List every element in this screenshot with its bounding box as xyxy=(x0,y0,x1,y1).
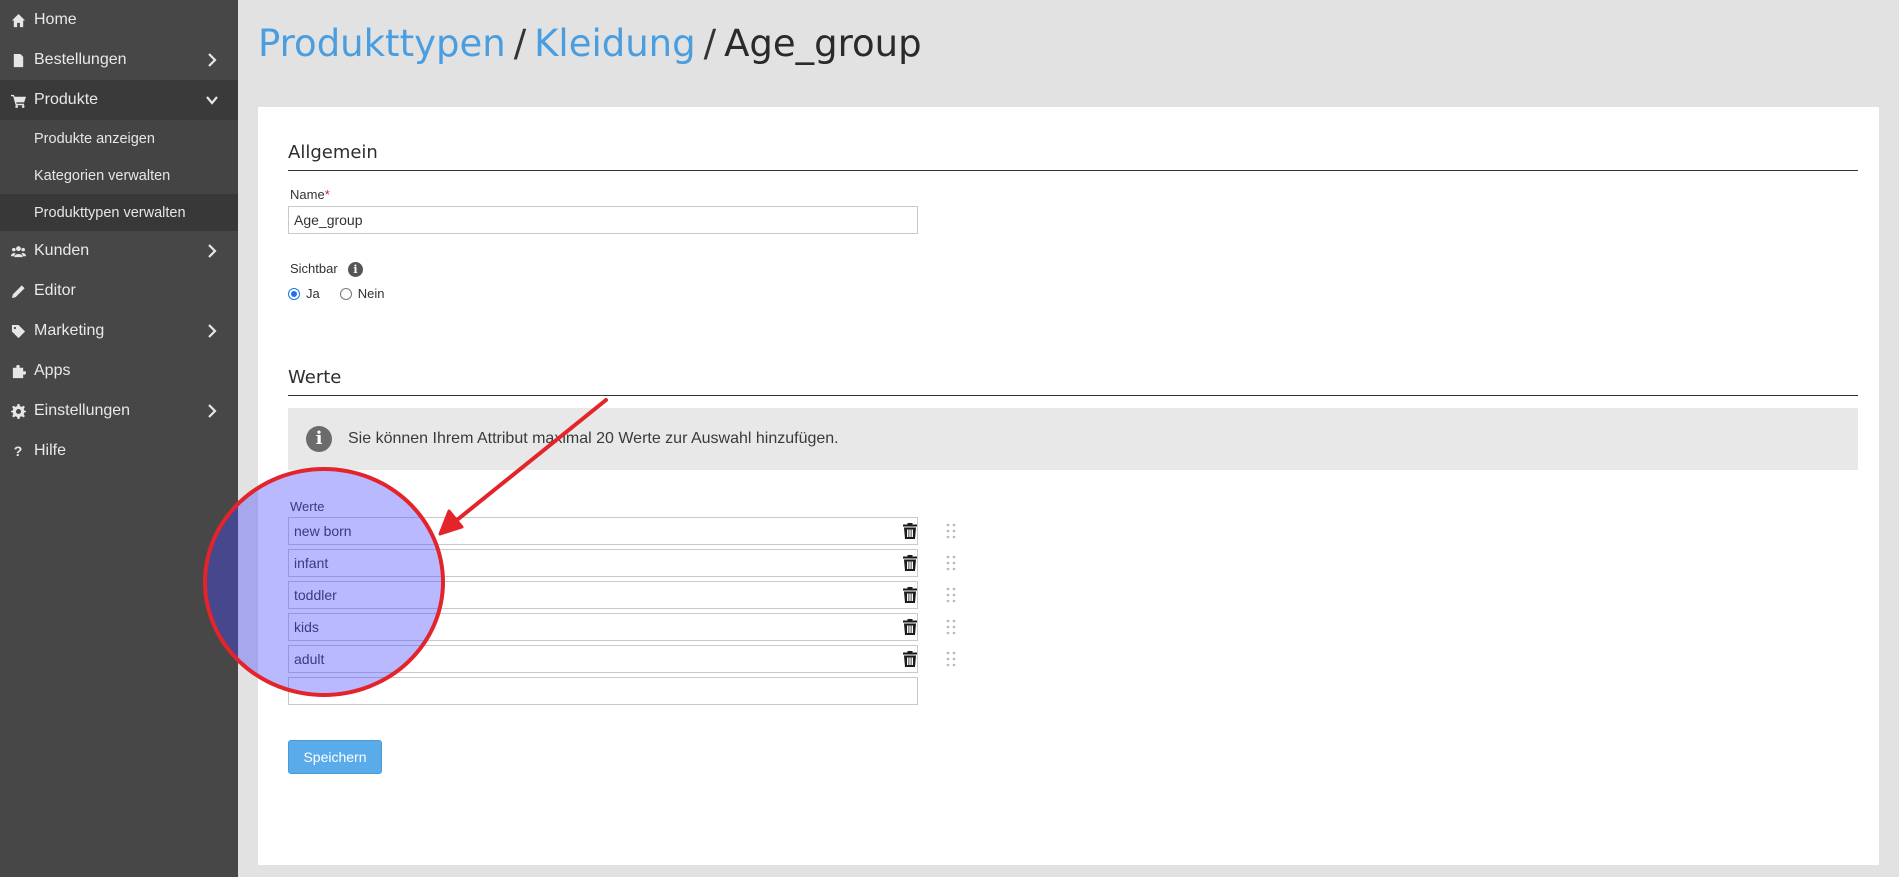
name-label: Name* xyxy=(290,187,330,202)
breadcrumb: Produkttypen / Kleidung / Age_group xyxy=(258,22,922,65)
drag-handle-icon[interactable] xyxy=(946,587,956,603)
sidebar-subitem-label: Produkte anzeigen xyxy=(34,130,155,147)
values-label: Werte xyxy=(290,499,325,514)
orders-icon xyxy=(10,52,26,68)
sidebar-item-label: Einstellungen xyxy=(34,402,131,419)
drag-handle-icon[interactable] xyxy=(946,523,956,539)
trash-icon[interactable] xyxy=(903,651,917,667)
home-icon xyxy=(10,12,26,28)
sidebar-item-label: Apps xyxy=(34,362,71,379)
info-banner: i Sie können Ihrem Attribut maximal 20 W… xyxy=(288,408,1858,470)
sidebar-item-label: Editor xyxy=(34,282,76,299)
chevron-right-icon xyxy=(206,244,218,258)
visible-yes-label[interactable]: Ja xyxy=(306,286,320,301)
gear-icon xyxy=(10,403,26,419)
question-icon: ? xyxy=(13,443,23,459)
value-row xyxy=(288,613,968,643)
visible-radio-group: Ja Nein xyxy=(288,286,384,301)
sidebar-item-apps[interactable]: Apps xyxy=(0,351,238,391)
sidebar-subitem-produkte-anzeigen[interactable]: Produkte anzeigen xyxy=(0,120,238,157)
sidebar-subitem-label: Produkttypen verwalten xyxy=(34,204,186,221)
sidebar-item-label: Marketing xyxy=(34,322,105,339)
value-input[interactable] xyxy=(288,549,918,577)
sidebar-item-produkte[interactable]: Produkte xyxy=(0,80,238,120)
breadcrumb-link-kleidung[interactable]: Kleidung xyxy=(534,22,695,65)
sidebar-item-label: Hilfe xyxy=(34,442,67,459)
new-value-input[interactable] xyxy=(288,677,918,705)
sidebar-item-label: Produkte xyxy=(34,91,99,108)
trash-icon[interactable] xyxy=(903,523,917,539)
drag-handle-icon[interactable] xyxy=(946,651,956,667)
required-mark: * xyxy=(324,187,330,202)
sidebar-item-einstellungen[interactable]: Einstellungen xyxy=(0,391,238,431)
users-icon xyxy=(10,243,26,259)
trash-icon[interactable] xyxy=(903,587,917,603)
drag-handle-icon[interactable] xyxy=(946,619,956,635)
value-input[interactable] xyxy=(288,613,918,641)
cart-icon xyxy=(10,92,26,108)
sidebar-item-label: Home xyxy=(34,11,77,28)
breadcrumb-separator: / xyxy=(513,22,527,65)
info-circle-icon: i xyxy=(306,426,332,452)
sidebar-item-editor[interactable]: Editor xyxy=(0,271,238,311)
value-input[interactable] xyxy=(288,581,918,609)
name-input[interactable] xyxy=(288,206,918,234)
value-row-empty xyxy=(288,677,968,707)
chevron-right-icon xyxy=(206,324,218,338)
value-input[interactable] xyxy=(288,645,918,673)
section-title-values: Werte xyxy=(288,367,342,388)
value-row xyxy=(288,549,968,579)
chevron-right-icon xyxy=(206,404,218,418)
value-input[interactable] xyxy=(288,517,918,545)
sidebar-subitem-produkttypen-verwalten[interactable]: Produkttypen verwalten xyxy=(0,194,238,231)
chevron-down-icon xyxy=(206,93,218,107)
section-title-general: Allgemein xyxy=(288,142,378,163)
sidebar-subnav-produkte: Produkte anzeigen Kategorien verwalten P… xyxy=(0,120,238,231)
visible-label: Sichtbar xyxy=(290,261,338,276)
sidebar-item-hilfe[interactable]: ? Hilfe xyxy=(0,431,238,471)
tag-icon xyxy=(10,323,26,339)
sidebar-item-bestellungen[interactable]: Bestellungen xyxy=(0,40,238,80)
pencil-icon xyxy=(10,283,26,299)
sidebar-item-kunden[interactable]: Kunden xyxy=(0,231,238,271)
sidebar-item-label: Bestellungen xyxy=(34,51,127,68)
sidebar-subitem-kategorien-verwalten[interactable]: Kategorien verwalten xyxy=(0,157,238,194)
section-divider xyxy=(288,170,1858,171)
name-label-text: Name xyxy=(290,187,325,202)
section-divider xyxy=(288,395,1858,396)
form-panel: Allgemein Name* Sichtbar i Ja Nein Werte… xyxy=(258,107,1879,865)
sidebar-subitem-label: Kategorien verwalten xyxy=(34,167,171,184)
sidebar-item-home[interactable]: Home xyxy=(0,0,238,40)
value-row xyxy=(288,581,968,611)
puzzle-icon xyxy=(10,363,26,379)
chevron-right-icon xyxy=(206,53,218,67)
page-title: Age_group xyxy=(724,22,922,65)
info-icon[interactable]: i xyxy=(348,262,363,277)
trash-icon[interactable] xyxy=(903,619,917,635)
trash-icon[interactable] xyxy=(903,555,917,571)
sidebar-item-marketing[interactable]: Marketing xyxy=(0,311,238,351)
visible-no-radio[interactable] xyxy=(339,287,352,300)
value-row xyxy=(288,517,968,547)
sidebar: Home Bestellungen Produkte Produkte anze… xyxy=(0,0,238,877)
save-button[interactable]: Speichern xyxy=(288,740,382,774)
info-banner-text: Sie können Ihrem Attribut maximal 20 Wer… xyxy=(348,430,839,447)
value-row xyxy=(288,645,968,675)
breadcrumb-link-produkttypen[interactable]: Produkttypen xyxy=(258,22,506,65)
breadcrumb-separator: / xyxy=(703,22,717,65)
visible-no-label[interactable]: Nein xyxy=(358,286,385,301)
drag-handle-icon[interactable] xyxy=(946,555,956,571)
sidebar-item-label: Kunden xyxy=(34,242,90,259)
visible-yes-radio[interactable] xyxy=(288,287,300,300)
